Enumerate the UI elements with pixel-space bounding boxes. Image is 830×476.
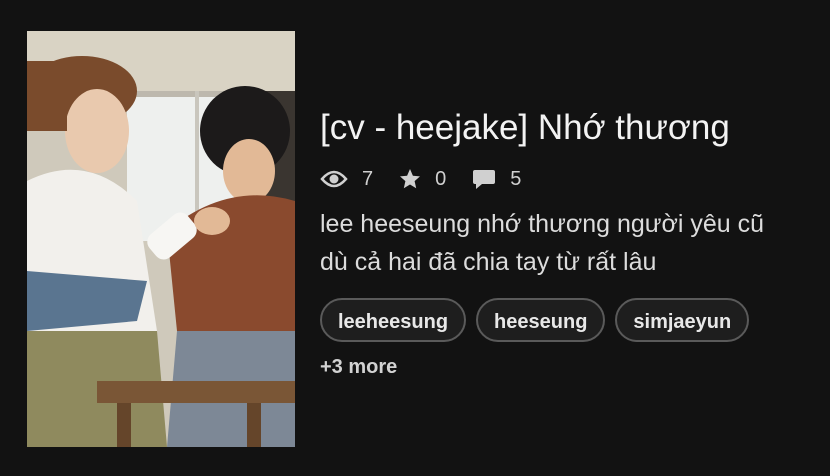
tag-leeheesung[interactable]: leeheesung <box>320 298 467 342</box>
comments-count: 5 <box>510 167 522 190</box>
tag-heeseung[interactable]: heeseung <box>476 298 606 342</box>
story-stats: 7 0 5 <box>320 161 810 197</box>
story-cover-image[interactable] <box>27 31 295 447</box>
story-title[interactable]: [cv - heejake] Nhớ thương <box>320 106 810 150</box>
more-tags-link[interactable]: +3 more <box>320 356 810 379</box>
views-count: 7 <box>362 167 374 190</box>
tag-simjaeyun[interactable]: simjaeyun <box>615 298 750 342</box>
votes-stat: 0 <box>399 168 446 191</box>
story-card: [cv - heejake] Nhớ thương 7 0 5 lee hees… <box>0 0 830 476</box>
eye-icon <box>320 169 348 189</box>
star-icon <box>399 168 421 190</box>
votes-count: 0 <box>435 167 447 190</box>
views-stat: 7 <box>320 168 373 191</box>
story-description[interactable]: lee heeseung nhớ thương người yêu cũ dù … <box>320 205 790 281</box>
story-tags: leeheesung heeseung simjaeyun <box>320 298 810 342</box>
story-info: [cv - heejake] Nhớ thương 7 0 5 lee hees… <box>320 96 810 379</box>
comments-stat: 5 <box>472 168 521 191</box>
comment-icon <box>472 168 496 190</box>
